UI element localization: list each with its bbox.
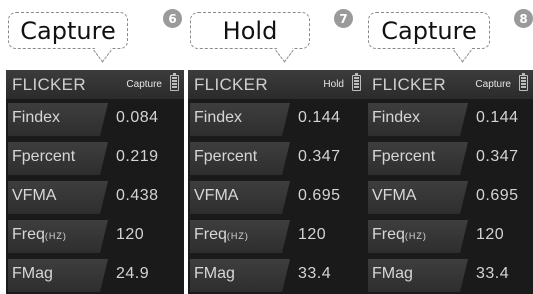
measurement-value: 0.695: [298, 187, 341, 204]
screen-title: FLICKER: [372, 75, 446, 94]
measurement-label: Fpercent: [194, 148, 258, 165]
measurement-row: VFMA 0.438: [6, 177, 184, 216]
measurement-label: Findex: [12, 109, 61, 126]
measurement-label: Fpercent: [372, 148, 436, 165]
mode-indicator: Capture: [126, 79, 162, 90]
measurement-label: Findex: [372, 109, 421, 126]
measurement-label: VFMA: [372, 187, 417, 204]
mode-indicator: Capture: [475, 79, 511, 90]
measurement-label: FMag: [12, 265, 53, 282]
screen-header: FLICKER Hold: [188, 70, 366, 99]
measurement-label: Findex: [194, 109, 243, 126]
battery-icon: [352, 73, 361, 91]
measurement-value: 120: [298, 226, 327, 243]
unit-label: (HZ): [226, 231, 249, 241]
battery-icon: [519, 73, 528, 91]
measurement-row: VFMA 0.695: [188, 177, 366, 216]
measurement-value: 24.9: [116, 265, 150, 282]
step-number: 6: [163, 9, 182, 28]
callout-hold: Hold: [190, 12, 310, 63]
measurement-row: Findex 0.144: [366, 99, 533, 138]
measurement-value: 0.219: [116, 148, 159, 165]
screen-title: FLICKER: [194, 75, 268, 94]
measurement-row: Freq(HZ) 120: [6, 216, 184, 255]
measurement-value: 0.144: [476, 109, 519, 126]
callout-text: Hold: [222, 16, 278, 45]
screen-header: FLICKER Capture: [6, 70, 184, 99]
measurement-value: 0.084: [116, 109, 159, 126]
measurement-row: FMag 24.9: [6, 255, 184, 294]
unit-label: (HZ): [404, 231, 427, 241]
device-screen: FLICKER Capture Findex 0.084 Fpercent 0.…: [6, 70, 184, 294]
measurement-value: 0.144: [298, 109, 341, 126]
measurement-value: 33.4: [476, 265, 510, 282]
device-screen: FLICKER Hold Findex 0.144 Fpercent 0.347…: [188, 70, 366, 294]
measurement-row: Findex 0.144: [188, 99, 366, 138]
measurement-row: Fpercent 0.219: [6, 138, 184, 177]
measurement-row: FMag 33.4: [366, 255, 533, 294]
measurement-value: 120: [476, 226, 505, 243]
measurement-value: 0.347: [476, 148, 519, 165]
measurement-row: Fpercent 0.347: [188, 138, 366, 177]
callout-tail: [275, 38, 294, 63]
measurement-value: 0.695: [476, 187, 519, 204]
unit-label: (HZ): [44, 231, 67, 241]
measurement-row: Freq(HZ) 120: [366, 216, 533, 255]
measurement-label: VFMA: [194, 187, 239, 204]
step-number: 7: [334, 9, 353, 28]
callout-capture: Capture: [368, 12, 490, 63]
measurement-label: VFMA: [12, 187, 57, 204]
measurement-row: Findex 0.084: [6, 99, 184, 138]
callout-capture: Capture: [8, 12, 128, 63]
measurement-row: Fpercent 0.347: [366, 138, 533, 177]
screen-title: FLICKER: [12, 75, 86, 94]
device-screen: FLICKER Capture Findex 0.144 Fpercent 0.…: [366, 70, 533, 294]
measurement-label: Freq(HZ): [372, 226, 427, 243]
measurement-label: FMag: [194, 265, 235, 282]
mode-indicator: Hold: [323, 79, 344, 90]
measurement-label: FMag: [372, 265, 413, 282]
measurement-value: 0.347: [298, 148, 341, 165]
battery-icon: [170, 73, 179, 91]
step-number: 8: [514, 9, 533, 28]
measurement-row: VFMA 0.695: [366, 177, 533, 216]
measurement-value: 0.438: [116, 187, 159, 204]
screen-header: FLICKER Capture: [366, 70, 533, 99]
measurement-value: 120: [116, 226, 145, 243]
measurement-label: Fpercent: [12, 148, 76, 165]
measurement-row: Freq(HZ) 120: [188, 216, 366, 255]
measurement-label: Freq(HZ): [12, 226, 67, 243]
measurement-row: FMag 33.4: [188, 255, 366, 294]
measurement-value: 33.4: [298, 265, 332, 282]
measurement-label: Freq(HZ): [194, 226, 249, 243]
